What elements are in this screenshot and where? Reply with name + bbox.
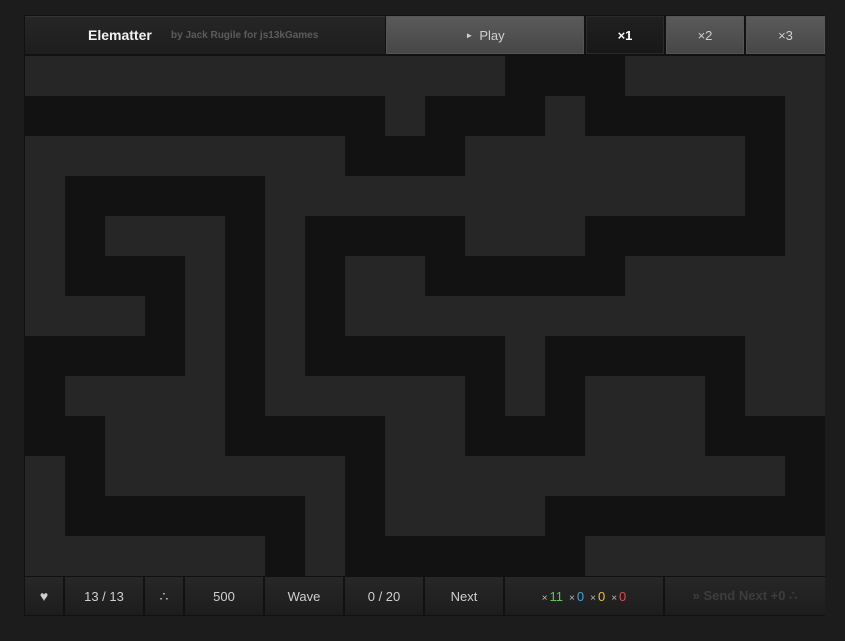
speed-2x-button[interactable]: ×2: [666, 16, 744, 54]
game-frame: Elematter by Jack Rugile for js13kGames …: [24, 15, 825, 616]
next-wave-button[interactable]: Next: [425, 577, 503, 615]
maze-path: [705, 416, 825, 456]
currency-icon-cell: ∴: [145, 577, 183, 615]
resource-yellow: × 0: [590, 588, 606, 604]
speed-1x-button[interactable]: ×1: [586, 16, 664, 54]
wave-label: Wave: [265, 577, 343, 615]
resource-green-value: 11: [549, 588, 564, 604]
title-panel: Elematter by Jack Rugile for js13kGames: [25, 16, 385, 54]
maze-path: [585, 96, 785, 136]
maze-path: [65, 496, 305, 536]
maze-path: [585, 216, 785, 256]
maze-path: [305, 336, 505, 376]
resource-green: × 11: [541, 588, 564, 604]
heart-icon: ♥: [39, 588, 49, 604]
maze-path: [425, 96, 545, 136]
maze-path: [305, 216, 465, 256]
maze-path: [545, 496, 825, 536]
resource-blue-value: 0: [576, 588, 585, 604]
send-next-button[interactable]: » Send Next +0 ∴: [665, 577, 825, 615]
play-triangle-icon: ►: [465, 30, 474, 40]
maze-path: [345, 536, 585, 576]
maze-path: [345, 136, 465, 176]
author-credit: by Jack Rugile for js13kGames: [171, 30, 319, 41]
lives-value: 13 / 13: [65, 577, 143, 615]
maze-path: [545, 336, 745, 376]
resource-red-value: 0: [619, 588, 627, 604]
maze-board[interactable]: [25, 56, 825, 576]
game-title: Elematter: [88, 27, 152, 43]
play-button[interactable]: ► Play: [386, 16, 584, 54]
maze-path: [425, 256, 625, 296]
maze-path: [25, 96, 385, 136]
speed-3x-button[interactable]: ×3: [746, 16, 825, 54]
maze-path: [465, 416, 585, 456]
maze-path: [105, 256, 185, 296]
maze-path: [265, 536, 305, 576]
lives-icon-cell: ♥: [25, 577, 63, 615]
resource-blue: × 0: [569, 588, 585, 604]
maze-path: [65, 216, 105, 296]
currency-value: 500: [185, 577, 263, 615]
maze-path: [65, 176, 265, 216]
maze-path: [25, 376, 65, 416]
top-bar: Elematter by Jack Rugile for js13kGames …: [24, 15, 825, 55]
wave-value: 0 / 20: [345, 577, 423, 615]
resource-yellow-value: 0: [597, 588, 606, 604]
maze-path: [25, 336, 185, 376]
play-button-label: Play: [479, 27, 505, 43]
status-bar: ♥ 13 / 13 ∴ 500 Wave 0 / 20 Next × 11 × …: [24, 576, 825, 616]
triangle-dots-icon: ∴: [159, 587, 169, 604]
maze-path: [505, 56, 625, 96]
maze-path: [25, 416, 105, 456]
resource-counts: × 11 × 0 × 0 × 0: [505, 577, 663, 615]
resource-red: × 0: [611, 588, 627, 604]
maze-path: [225, 416, 385, 456]
